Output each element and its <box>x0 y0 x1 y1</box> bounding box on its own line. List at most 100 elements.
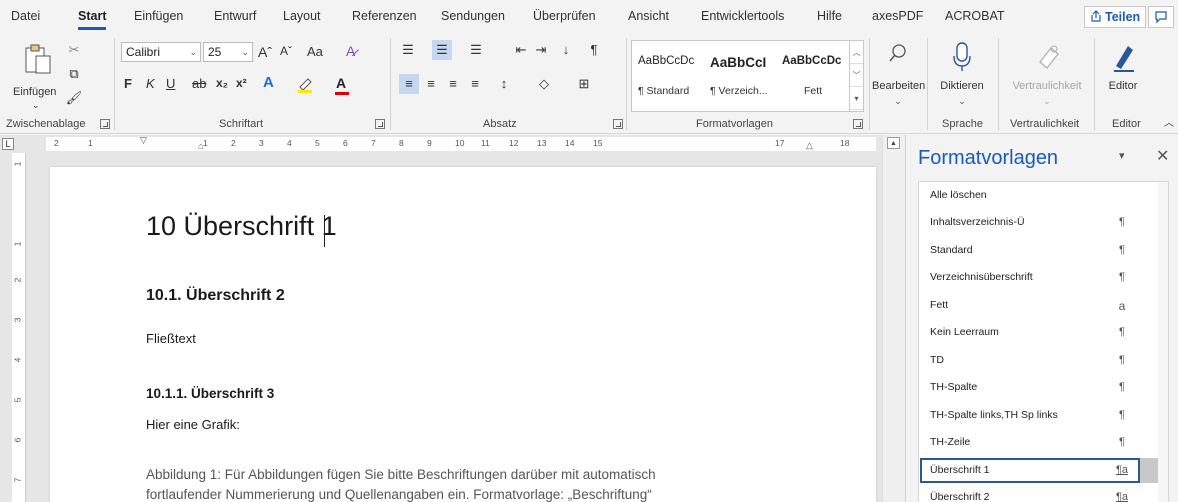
tab-referenzen[interactable]: Referenzen <box>352 9 417 23</box>
justify-icon[interactable]: ≡ <box>465 74 485 94</box>
style-list-scrollbar[interactable] <box>1158 182 1168 502</box>
heading-1[interactable]: 10 Überschrift 1 <box>146 211 337 242</box>
style-list-item[interactable]: Standard ¶ <box>919 237 1159 264</box>
tab-entwurf[interactable]: Entwurf <box>214 9 256 23</box>
align-right-icon[interactable]: ≡ <box>443 74 463 94</box>
bold-button[interactable]: F <box>124 76 132 91</box>
horizontal-ruler[interactable]: L 2 1 1 2 3 4 5 6 7 8 9 10 11 12 13 14 1… <box>0 135 905 153</box>
tab-layout[interactable]: Layout <box>283 9 321 23</box>
document-page[interactable]: 10 Überschrift 1 10.1. Überschrift 2 Fli… <box>50 167 876 502</box>
tab-ueberpruefen[interactable]: Überprüfen <box>533 9 596 23</box>
caption-line[interactable]: fortlaufender Nummerierung und Quellenan… <box>146 487 652 502</box>
tab-sendungen[interactable]: Sendungen <box>441 9 505 23</box>
collapse-ribbon-icon[interactable]: ︿ <box>1164 114 1174 129</box>
style-list-item[interactable]: Alle löschen <box>919 182 1159 209</box>
styles-gallery-scroll[interactable]: ︿ ﹀ ▾ <box>849 41 863 111</box>
style-list-item[interactable]: Fett a <box>919 292 1159 319</box>
clipboard-launcher-icon[interactable] <box>100 119 110 129</box>
tab-start[interactable]: Start <box>78 9 107 30</box>
line-spacing-icon[interactable]: ↕ <box>494 74 514 94</box>
ruler-number: 11 <box>481 138 490 148</box>
cut-icon[interactable]: ✂ <box>64 40 84 60</box>
heading-3[interactable]: 10.1.1. Überschrift 3 <box>146 386 274 401</box>
close-icon[interactable]: ✕ <box>1156 146 1169 166</box>
superscript-button[interactable]: x² <box>236 76 247 90</box>
shrink-font-button[interactable]: Aˇ <box>280 44 292 58</box>
sort-icon[interactable]: ↓ <box>556 40 576 60</box>
align-left-icon[interactable]: ≡ <box>399 74 419 94</box>
paste-dropdown-icon[interactable]: ⌄ <box>32 100 40 111</box>
font-launcher-icon[interactable] <box>375 119 385 129</box>
caption-line[interactable]: Abbildung 1: Für Abbildungen fügen Sie b… <box>146 467 656 482</box>
style-list-item[interactable]: TH-Spalte ¶ <box>919 374 1159 401</box>
share-icon <box>1091 10 1101 22</box>
paragraph-launcher-icon[interactable] <box>613 119 623 129</box>
right-indent-marker-icon[interactable]: △ <box>806 140 813 151</box>
vertical-scrollbar[interactable]: ▲ <box>882 135 905 502</box>
tab-einfuegen[interactable]: Einfügen <box>134 9 183 23</box>
chevron-down-icon[interactable]: ﹀ <box>850 64 863 87</box>
align-center-icon[interactable]: ≡ <box>421 74 441 94</box>
font-name-combo[interactable]: Calibri ⌄ <box>121 42 201 62</box>
strikethrough-button[interactable]: ab <box>192 76 206 91</box>
shading-icon[interactable]: ◇ <box>534 74 554 94</box>
underline-button[interactable]: U <box>166 76 175 91</box>
style-standard[interactable]: AaBbCcDc ¶ Standard <box>632 41 704 111</box>
first-line-indent-marker-icon[interactable]: ▽ <box>140 135 147 146</box>
style-list-item[interactable]: Überschrift 2 ¶a <box>919 484 1159 502</box>
tab-ansicht[interactable]: Ansicht <box>628 9 669 23</box>
grow-font-button[interactable]: Aˆ <box>258 44 272 60</box>
format-painter-icon[interactable]: 🖌 <box>64 88 84 108</box>
text-effects-button[interactable]: A <box>263 74 274 91</box>
body-text[interactable]: Fließtext <box>146 331 196 346</box>
ruler-number: 9 <box>427 138 432 148</box>
style-list-item[interactable]: Kein Leerraum ¶ <box>919 319 1159 346</box>
numbering-icon[interactable]: ☰ <box>432 40 452 60</box>
highlight-color-button[interactable] <box>296 77 318 93</box>
styles-launcher-icon[interactable] <box>853 119 863 129</box>
font-size-combo[interactable]: 25 ⌄ <box>203 42 253 62</box>
italic-button[interactable]: K <box>146 76 155 91</box>
tab-selector-button[interactable]: L <box>2 138 14 150</box>
tab-entwicklertools[interactable]: Entwicklertools <box>701 9 784 23</box>
share-button[interactable]: Teilen <box>1084 6 1146 28</box>
style-list-item[interactable]: TH-Zeile ¶ <box>919 429 1159 456</box>
chevron-down-icon: ⌄ <box>241 47 249 57</box>
tab-axespdf[interactable]: axesPDF <box>872 9 923 23</box>
paste-button[interactable] <box>20 42 56 82</box>
style-list-item-selected[interactable]: Überschrift 1 ¶a <box>919 457 1159 484</box>
clear-formatting-icon[interactable]: A̷ <box>346 43 355 59</box>
tab-datei[interactable]: Datei <box>11 9 40 23</box>
bullets-icon[interactable]: ☰ <box>398 40 418 60</box>
heading-2[interactable]: 10.1. Überschrift 2 <box>146 287 285 305</box>
multilevel-list-icon[interactable]: ☰ <box>466 40 486 60</box>
tab-hilfe[interactable]: Hilfe <box>817 9 842 23</box>
style-list-item[interactable]: Verzeichnisüberschrift ¶ <box>919 264 1159 291</box>
separator <box>869 38 870 130</box>
chevron-up-icon[interactable]: ︿ <box>850 41 863 64</box>
scroll-up-icon[interactable]: ▲ <box>887 137 900 149</box>
style-verzeichnis[interactable]: AaBbCcI ¶ Verzeich... <box>704 41 776 111</box>
borders-icon[interactable]: ⊞ <box>574 74 594 94</box>
increase-indent-icon[interactable]: ⇥ <box>531 40 551 60</box>
body-text[interactable]: Hier eine Grafik: <box>146 417 240 432</box>
change-case-button[interactable]: Aa <box>307 44 323 59</box>
tab-acrobat[interactable]: ACROBAT <box>945 9 1005 23</box>
styles-gallery[interactable]: AaBbCcDc ¶ Standard AaBbCcI ¶ Verzeich..… <box>631 40 864 112</box>
style-list-item[interactable]: Inhaltsverzeichnis-Ü ¶ <box>919 209 1159 236</box>
style-dropdown-button[interactable] <box>1140 458 1158 483</box>
style-list-item[interactable]: TD ¶ <box>919 347 1159 374</box>
comments-button[interactable] <box>1148 6 1174 28</box>
hanging-indent-marker-icon[interactable]: ⌂ <box>198 141 203 151</box>
style-fett[interactable]: AaBbCcDc Fett <box>776 41 848 111</box>
ruler-number: 4 <box>12 357 23 363</box>
more-icon[interactable]: ▾ <box>850 87 863 110</box>
show-marks-icon[interactable]: ¶ <box>584 40 604 60</box>
copy-icon[interactable]: ⧉ <box>64 64 84 84</box>
decrease-indent-icon[interactable]: ⇤ <box>511 40 531 60</box>
font-color-button[interactable]: A <box>333 75 353 95</box>
vertical-ruler[interactable]: 1 1 2 3 4 5 6 7 <box>12 153 26 502</box>
pane-options-icon[interactable]: ▾ <box>1119 149 1125 162</box>
subscript-button[interactable]: x₂ <box>216 76 228 90</box>
style-list-item[interactable]: TH-Spalte links,TH Sp links ¶ <box>919 402 1159 429</box>
